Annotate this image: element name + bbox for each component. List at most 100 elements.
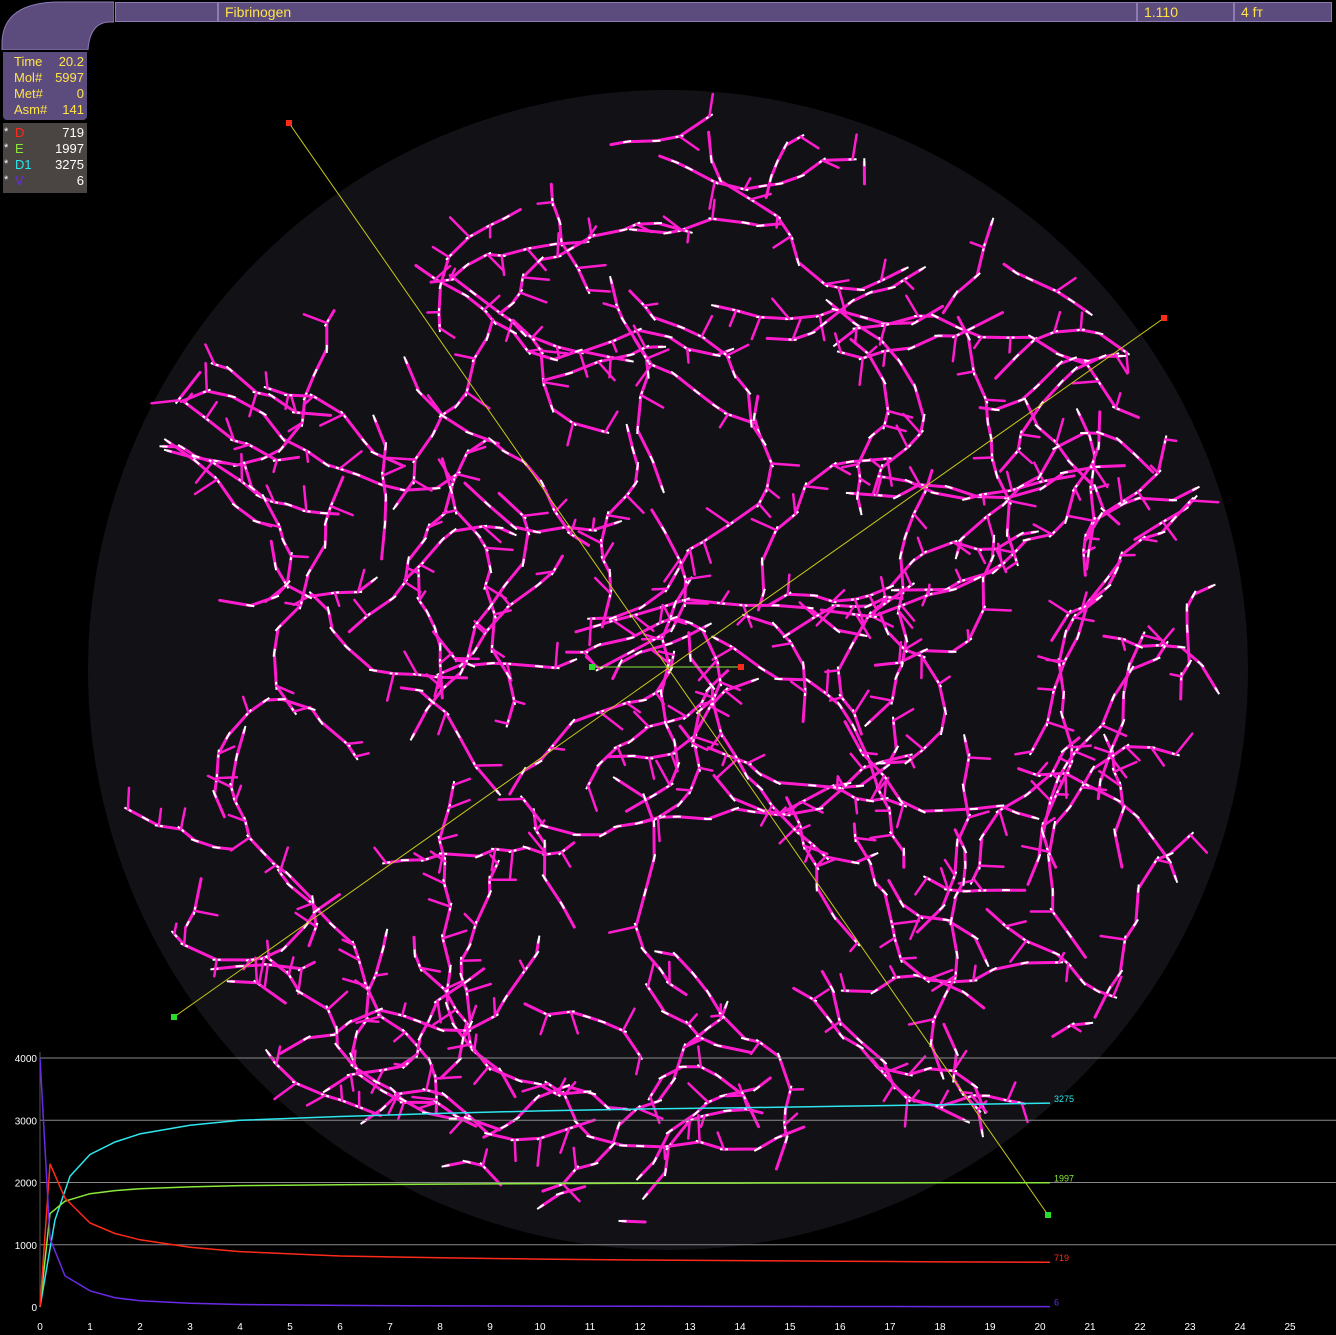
fiber-branch bbox=[126, 786, 131, 811]
fiber-branch bbox=[675, 787, 692, 792]
fiber-branch bbox=[972, 456, 994, 460]
fiber-branch bbox=[978, 864, 1005, 868]
species-name: E bbox=[15, 141, 24, 156]
x-tick-label: 19 bbox=[984, 1322, 996, 1333]
x-tick-label: 16 bbox=[834, 1322, 846, 1333]
stat-label: Asm# bbox=[14, 102, 48, 117]
handle-square-green[interactable] bbox=[589, 664, 595, 670]
y-tick-label: 3000 bbox=[15, 1116, 38, 1127]
fiber-node bbox=[1030, 530, 1039, 534]
handle-square-red[interactable] bbox=[286, 120, 292, 126]
stat-label: Time bbox=[14, 54, 43, 69]
fiber-node bbox=[930, 491, 939, 495]
population-graph: 01000200030004000 0 1 2 3 4 5 6 7 8 9 10 11 12 13 14 15… bbox=[15, 1052, 1336, 1333]
fiber-node bbox=[855, 491, 859, 500]
fiber-node bbox=[537, 935, 541, 944]
species-row-d[interactable]: * D 719 bbox=[3, 125, 87, 141]
fiber-node bbox=[955, 950, 959, 959]
x-tick-label: 21 bbox=[1084, 1322, 1096, 1333]
handle-square-green[interactable] bbox=[171, 1014, 177, 1020]
fiber-node bbox=[636, 425, 639, 435]
stat-value: 141 bbox=[62, 102, 84, 117]
visibility-star-icon[interactable]: * bbox=[4, 172, 8, 188]
fiber-branch bbox=[240, 452, 244, 483]
x-tick-label: 10 bbox=[534, 1322, 546, 1333]
fiber-branch bbox=[883, 781, 888, 800]
x-tick-label: 18 bbox=[934, 1322, 946, 1333]
fiber-node bbox=[802, 661, 805, 670]
fiber-branch bbox=[1008, 336, 1012, 354]
stat-value: 5997 bbox=[55, 70, 84, 85]
y-tick-label: 1000 bbox=[15, 1241, 38, 1252]
fiber-branch bbox=[860, 751, 878, 756]
x-tick-label: 13 bbox=[684, 1322, 696, 1333]
fiber-branch bbox=[204, 361, 209, 393]
fiber-node bbox=[1052, 820, 1057, 830]
fiber-node bbox=[659, 689, 663, 698]
fiber-node bbox=[991, 408, 1000, 412]
y-tick-label: 0 bbox=[31, 1303, 37, 1314]
graph-gridlines bbox=[39, 1052, 1336, 1307]
fiber-node bbox=[1062, 690, 1065, 699]
species-count: 6 bbox=[76, 173, 84, 188]
x-tick-label: 2 bbox=[137, 1322, 143, 1333]
fiber-branch bbox=[981, 493, 986, 506]
fiber-branch bbox=[775, 215, 779, 229]
x-tick-label: 14 bbox=[734, 1322, 746, 1333]
fiber-node bbox=[758, 184, 767, 188]
x-tick-label: 17 bbox=[884, 1322, 896, 1333]
fiber-branch bbox=[588, 617, 593, 647]
fiber-branch bbox=[835, 775, 840, 789]
fiber-node bbox=[961, 783, 966, 792]
fiber-node bbox=[703, 817, 712, 821]
series-end-label: 6 bbox=[1054, 1298, 1059, 1308]
x-tick-label: 5 bbox=[287, 1322, 293, 1333]
fiber-node bbox=[673, 738, 677, 747]
fiber-branch bbox=[474, 763, 503, 767]
fiber-node bbox=[1186, 624, 1189, 633]
fiber-branch bbox=[1045, 658, 1066, 663]
y-axis-labels: 0 1000 2000 3000 4000 bbox=[15, 1054, 38, 1314]
stats-panel: Time 20.2 Mol# 5997 Met# 0 Asm# 141 bbox=[3, 52, 87, 120]
species-name: D1 bbox=[15, 157, 32, 172]
fiber-node bbox=[1005, 528, 1009, 537]
handle-square-red[interactable] bbox=[738, 664, 744, 670]
fiber-branch bbox=[591, 517, 596, 532]
fiber-node bbox=[992, 534, 996, 543]
species-row-e[interactable]: * E 1997 bbox=[3, 141, 87, 157]
app-title: Fibrinogen bbox=[218, 2, 1137, 22]
visibility-star-icon[interactable]: * bbox=[4, 140, 8, 156]
stat-metabolites: Met# 0 bbox=[3, 86, 87, 102]
fiber-node bbox=[384, 442, 388, 451]
fiber-node bbox=[1091, 470, 1095, 479]
species-count: 719 bbox=[62, 125, 84, 140]
fiber-node bbox=[613, 824, 622, 829]
x-tick-label: 3 bbox=[187, 1322, 193, 1333]
x-tick-label: 8 bbox=[437, 1322, 443, 1333]
stat-value: 20.2 bbox=[58, 54, 84, 69]
fiber-node bbox=[962, 890, 971, 893]
fiber-node bbox=[749, 419, 753, 428]
species-panel: * D 719 * E 1997 * D1 3275 * V 6 bbox=[3, 123, 87, 193]
species-name: V bbox=[15, 173, 24, 188]
fiber-node bbox=[623, 140, 632, 144]
fiber-node bbox=[273, 562, 278, 571]
handle-square-red[interactable] bbox=[1161, 315, 1167, 321]
fiber-node bbox=[320, 511, 329, 515]
stat-assemblies: Asm# 141 bbox=[3, 102, 87, 118]
fiber-node bbox=[636, 461, 640, 471]
fiber-branch bbox=[1079, 311, 1084, 332]
fiber-node bbox=[486, 661, 495, 665]
fiber-node bbox=[747, 809, 756, 814]
species-row-d1[interactable]: * D1 3275 bbox=[3, 157, 87, 173]
fiber-node bbox=[955, 838, 959, 847]
fiber-node bbox=[1087, 549, 1090, 558]
x-tick-label: 1 bbox=[87, 1322, 93, 1333]
fiber-node bbox=[939, 726, 944, 736]
mode-label[interactable]: 4 fт bbox=[1234, 2, 1332, 22]
fiber-node bbox=[845, 460, 855, 464]
species-row-v[interactable]: * V 6 bbox=[3, 173, 87, 189]
visibility-star-icon[interactable]: * bbox=[4, 156, 8, 172]
x-tick-label: 9 bbox=[487, 1322, 493, 1333]
visibility-star-icon[interactable]: * bbox=[4, 124, 8, 140]
